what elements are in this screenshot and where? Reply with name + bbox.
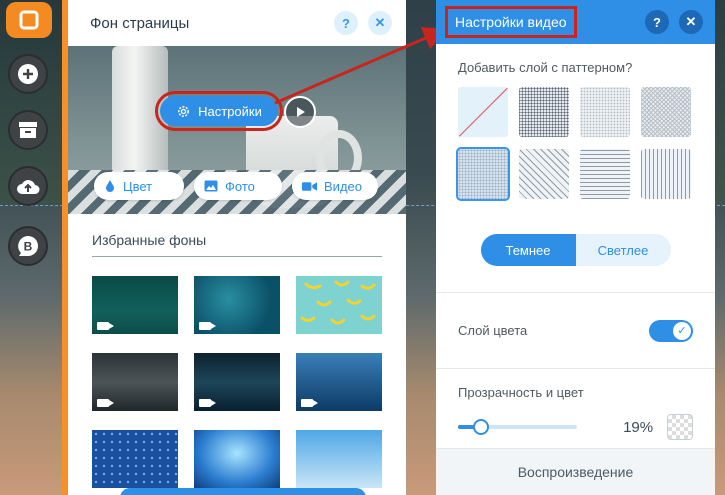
background-preview: Настройки Цвет Фото Видео bbox=[68, 46, 406, 214]
upload-icon[interactable] bbox=[8, 166, 48, 206]
photo-button-label: Фото bbox=[225, 178, 255, 194]
media-type-buttons: Цвет Фото Видео bbox=[94, 172, 378, 200]
play-icon bbox=[297, 107, 305, 117]
tone-toggle: Темнее Светлее bbox=[480, 234, 671, 266]
color-button[interactable]: Цвет bbox=[94, 172, 184, 200]
video-badge-icon bbox=[97, 399, 114, 407]
panel-header: Фон страницы ? ✕ bbox=[68, 0, 406, 46]
video-settings-title: Настройки видео bbox=[445, 6, 577, 38]
opacity-section: Прозрачность и цвет 19% bbox=[436, 368, 715, 448]
help-button[interactable]: ? bbox=[645, 10, 669, 34]
playback-section[interactable]: Воспроизведение bbox=[436, 448, 715, 495]
tone-lighter-button[interactable]: Светлее bbox=[575, 234, 671, 266]
pattern-option[interactable] bbox=[641, 149, 691, 199]
panel-bottom-button[interactable] bbox=[120, 488, 366, 495]
pattern-option[interactable] bbox=[519, 149, 569, 199]
background-thumbnail[interactable] bbox=[92, 353, 178, 411]
video-badge-icon bbox=[97, 322, 114, 330]
bananas-pattern bbox=[300, 280, 376, 325]
video-camera-icon bbox=[302, 181, 318, 191]
close-button[interactable]: ✕ bbox=[368, 11, 392, 35]
video-settings-header: Настройки видео ? ✕ bbox=[436, 0, 715, 44]
close-button[interactable]: ✕ bbox=[679, 10, 703, 34]
video-settings-panel: Настройки видео ? ✕ Добавить слой с патт… bbox=[436, 0, 715, 495]
favorites-title: Избранные фоны bbox=[92, 232, 382, 257]
color-layer-toggle[interactable] bbox=[649, 319, 693, 342]
pattern-option[interactable] bbox=[519, 87, 569, 137]
video-button-label: Видео bbox=[324, 178, 362, 194]
video-badge-icon bbox=[301, 399, 318, 407]
video-button[interactable]: Видео bbox=[292, 172, 378, 200]
background-thumbnail[interactable] bbox=[92, 276, 178, 334]
background-thumbnail[interactable] bbox=[194, 276, 280, 334]
background-thumbnail[interactable] bbox=[194, 353, 280, 411]
store-icon[interactable] bbox=[8, 110, 48, 150]
opacity-label: Прозрачность и цвет bbox=[458, 385, 584, 400]
color-layer-label: Слой цвета bbox=[458, 323, 528, 338]
opacity-slider-handle[interactable] bbox=[472, 419, 489, 435]
gear-icon bbox=[178, 105, 190, 117]
background-thumbnail[interactable] bbox=[296, 430, 382, 488]
panel-title: Фон страницы bbox=[90, 14, 190, 32]
video-badge-icon bbox=[199, 322, 216, 330]
svg-text:B: B bbox=[24, 240, 33, 254]
pattern-label: Добавить слой с паттерном? bbox=[458, 60, 633, 75]
play-button[interactable] bbox=[284, 96, 316, 128]
background-thumbnail[interactable] bbox=[194, 430, 280, 488]
settings-button-label: Настройки bbox=[198, 103, 262, 119]
pattern-option-selected[interactable] bbox=[456, 147, 510, 201]
tone-darker-button[interactable]: Темнее bbox=[480, 234, 576, 266]
background-thumbnail[interactable] bbox=[296, 276, 382, 334]
pattern-option[interactable] bbox=[580, 149, 630, 199]
video-badge-icon bbox=[199, 399, 216, 407]
pattern-grid bbox=[456, 87, 715, 201]
opacity-row: 19% bbox=[458, 414, 693, 440]
opacity-slider[interactable] bbox=[458, 419, 578, 435]
favorites-grid bbox=[92, 276, 382, 488]
opacity-value: 19% bbox=[623, 418, 654, 436]
help-button[interactable]: ? bbox=[334, 11, 358, 35]
photo-button[interactable]: Фото bbox=[194, 172, 282, 200]
background-thumbnail[interactable] bbox=[92, 430, 178, 488]
app-logo-icon[interactable] bbox=[6, 2, 52, 38]
left-toolbar: B bbox=[0, 0, 62, 495]
color-layer-row: Слой цвета bbox=[436, 292, 715, 368]
blog-icon[interactable]: B bbox=[8, 226, 48, 266]
pattern-option[interactable] bbox=[580, 87, 630, 137]
pattern-none[interactable] bbox=[458, 87, 508, 137]
color-button-label: Цвет bbox=[123, 178, 153, 194]
photo-icon bbox=[204, 180, 218, 192]
color-swatch[interactable] bbox=[667, 414, 693, 440]
page-background-panel: Фон страницы ? ✕ Настройки Цвет Фото Вид… bbox=[62, 0, 406, 495]
color-drop-icon bbox=[106, 180, 114, 192]
pattern-option[interactable] bbox=[641, 87, 691, 137]
add-icon[interactable] bbox=[8, 54, 48, 94]
settings-button[interactable]: Настройки bbox=[155, 91, 283, 131]
background-thumbnail[interactable] bbox=[296, 353, 382, 411]
